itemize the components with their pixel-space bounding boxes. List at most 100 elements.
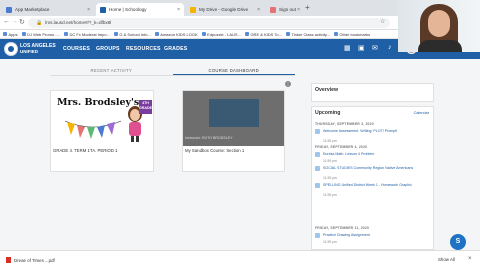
tab-schoology-home[interactable]: Home | Schoology × — [96, 3, 184, 16]
tab-label: My Drive - Google Drive — [199, 7, 249, 12]
divider — [50, 75, 295, 76]
tab-course-dashboard[interactable]: COURSE DASHBOARD — [172, 66, 295, 75]
tab-favicon — [190, 6, 196, 13]
calendar-icon[interactable]: ▣ — [358, 44, 365, 52]
tab-favicon — [270, 6, 276, 13]
bookmark-icon — [63, 32, 68, 36]
tab-recent-activity[interactable]: RECENT ACTIVITY — [50, 66, 173, 75]
assignment-icon — [315, 152, 320, 157]
event-title[interactable]: Welcome Assessment. Writing: PLOT! Promp… — [323, 129, 431, 134]
bookmark-item[interactable]: Amazon KIDS LOOK — [154, 32, 198, 37]
new-tab-icon[interactable]: + — [305, 3, 310, 12]
nav-resources[interactable]: RESOURCES — [126, 46, 161, 52]
overview-heading: Overview — [315, 87, 339, 93]
calendar-link[interactable]: Calendar — [414, 111, 429, 115]
webcam-overlay — [398, 0, 480, 52]
bookmark-icon — [113, 32, 118, 36]
tab-google-drive[interactable]: My Drive - Google Drive × — [186, 3, 264, 16]
tab-favicon — [6, 6, 12, 13]
bookmark-item[interactable]: G & School Info... — [113, 32, 151, 37]
close-icon[interactable]: × — [177, 7, 180, 13]
tab-label: App Marketplace — [15, 7, 50, 12]
bookmark-item[interactable]: Tinker Class activity... — [285, 32, 330, 37]
lock-icon: 🔒 — [36, 20, 43, 26]
event-time: 11:59 pm — [323, 176, 337, 180]
event-title[interactable]: SOCIAL STUDIES Community Region Native A… — [323, 166, 431, 171]
assignment-icon — [315, 166, 320, 171]
bookmark-icon — [201, 32, 206, 36]
tab-app-marketplace[interactable]: App Marketplace × — [2, 3, 94, 16]
tab-sign-out[interactable]: Sign out × — [266, 3, 304, 16]
course-card-image: Mrs. Brodsley's 4TH GRADE — [51, 91, 153, 146]
grade-badge: 4TH GRADE — [139, 100, 152, 114]
nav-groups[interactable]: GROUPS — [96, 46, 120, 52]
downloads-bar: Dreae of Times ...pdf Show All × — [0, 250, 480, 270]
course-card-thumbnail — [209, 99, 259, 127]
course-card-image: Instructor: RUTH BRODSLEY — [183, 91, 284, 146]
download-item[interactable]: Dreae of Times ...pdf — [6, 257, 55, 263]
upcoming-heading: Upcoming — [315, 110, 341, 116]
webcam-person-shirt — [418, 40, 462, 52]
bell-icon[interactable]: ♪ — [388, 44, 392, 51]
main-content: RECENT ACTIVITY COURSE DASHBOARD ⋮ Mrs. … — [0, 59, 480, 250]
event-time: 11:59 pm — [323, 193, 337, 197]
course-card-grade4[interactable]: Mrs. Brodsley's 4TH GRADE GRADE 4. TERM … — [50, 90, 154, 172]
reload-icon[interactable]: ↻ — [19, 18, 25, 26]
event-time: 11:59 pm — [323, 139, 337, 143]
assignment-icon — [315, 233, 320, 238]
nav-courses[interactable]: COURSES — [63, 46, 90, 52]
close-icon[interactable]: × — [468, 256, 472, 262]
tab-favicon — [100, 6, 106, 13]
district-logo[interactable] — [4, 42, 18, 56]
webcam-person-face — [428, 10, 450, 37]
event-title[interactable]: SPELLING Unified District Week 1 - Homew… — [323, 183, 431, 188]
day-label: FRIDAY, SEPTEMBER 4, 2020 — [315, 145, 368, 149]
forward-icon[interactable]: → — [11, 18, 18, 25]
event-time: 11:59 pm — [323, 240, 337, 244]
bookmark-icon — [154, 32, 159, 36]
overview-panel: Overview — [311, 83, 434, 102]
bookmark-item[interactable]: Apps — [3, 32, 18, 37]
back-icon[interactable]: ← — [3, 18, 10, 25]
bookmark-icon — [21, 32, 26, 36]
bookmark-icon — [244, 32, 249, 36]
course-title[interactable]: My Sandbox Course: Section 1 — [185, 148, 244, 153]
close-icon[interactable]: × — [257, 7, 260, 13]
close-icon[interactable]: × — [87, 7, 90, 13]
instructor-label: Instructor: RUTH BRODSLEY — [185, 136, 233, 140]
bookmark-icon — [3, 32, 7, 36]
url-field[interactable]: 🔒 lms.lausd.net/home#/?_k=dfbx8l — [28, 18, 390, 28]
bookmark-item[interactable]: GRE & KIDS To... — [244, 32, 282, 37]
tab-label: Home | Schoology — [109, 7, 147, 12]
url-text: lms.lausd.net/home#/?_k=dfbx8l — [45, 20, 112, 25]
pdf-icon — [6, 257, 11, 263]
course-card-sandbox[interactable]: Instructor: RUTH BRODSLEY My Sandbox Cou… — [182, 90, 285, 172]
event-title[interactable]: Practice Drawing Assignment — [323, 233, 431, 238]
bookmark-icon — [333, 32, 338, 36]
dashboard-tabs: RECENT ACTIVITY COURSE DASHBOARD — [50, 66, 295, 75]
mail-icon[interactable]: ✉ — [372, 44, 378, 52]
assignment-icon — [315, 183, 320, 188]
day-label: THURSDAY, SEPTEMBER 3, 2020 — [315, 122, 374, 126]
brand-name: LOS ANGELES UNIFIED — [20, 43, 56, 54]
event-title[interactable]: Eureka Math. Lesson 4 Problem — [323, 152, 431, 157]
bunting-flags-image — [65, 120, 121, 139]
tab-label: Sign out — [279, 7, 296, 12]
event-time: 11:59 pm — [323, 159, 337, 163]
nav-grades[interactable]: GRADES — [164, 46, 187, 52]
help-chat-button[interactable]: S — [450, 234, 466, 250]
grid-icon[interactable]: ▦ — [344, 44, 351, 52]
bookmark-item[interactable]: Other bookmarks — [333, 32, 370, 37]
assignment-icon — [315, 129, 320, 134]
close-icon[interactable]: × — [297, 7, 300, 13]
bookmark-item[interactable]: DC Fx Moderat Impo... — [63, 32, 110, 37]
download-filename: Dreae of Times ...pdf — [14, 257, 55, 263]
upcoming-panel: Upcoming Calendar THURSDAY, SEPTEMBER 3,… — [311, 106, 434, 250]
course-title[interactable]: GRADE 4. TERM 1TA. PERIOD 1 — [53, 148, 118, 153]
more-options-icon[interactable]: ⋮ — [285, 81, 291, 87]
show-all-button[interactable]: Show All — [438, 257, 455, 262]
star-icon[interactable]: ☆ — [380, 18, 385, 25]
bookmark-icon — [285, 32, 290, 36]
bookmark-item[interactable]: DJ Web Promo -... — [21, 32, 60, 37]
bookmark-item[interactable]: Edpuzzle - LAUS... — [201, 32, 241, 37]
